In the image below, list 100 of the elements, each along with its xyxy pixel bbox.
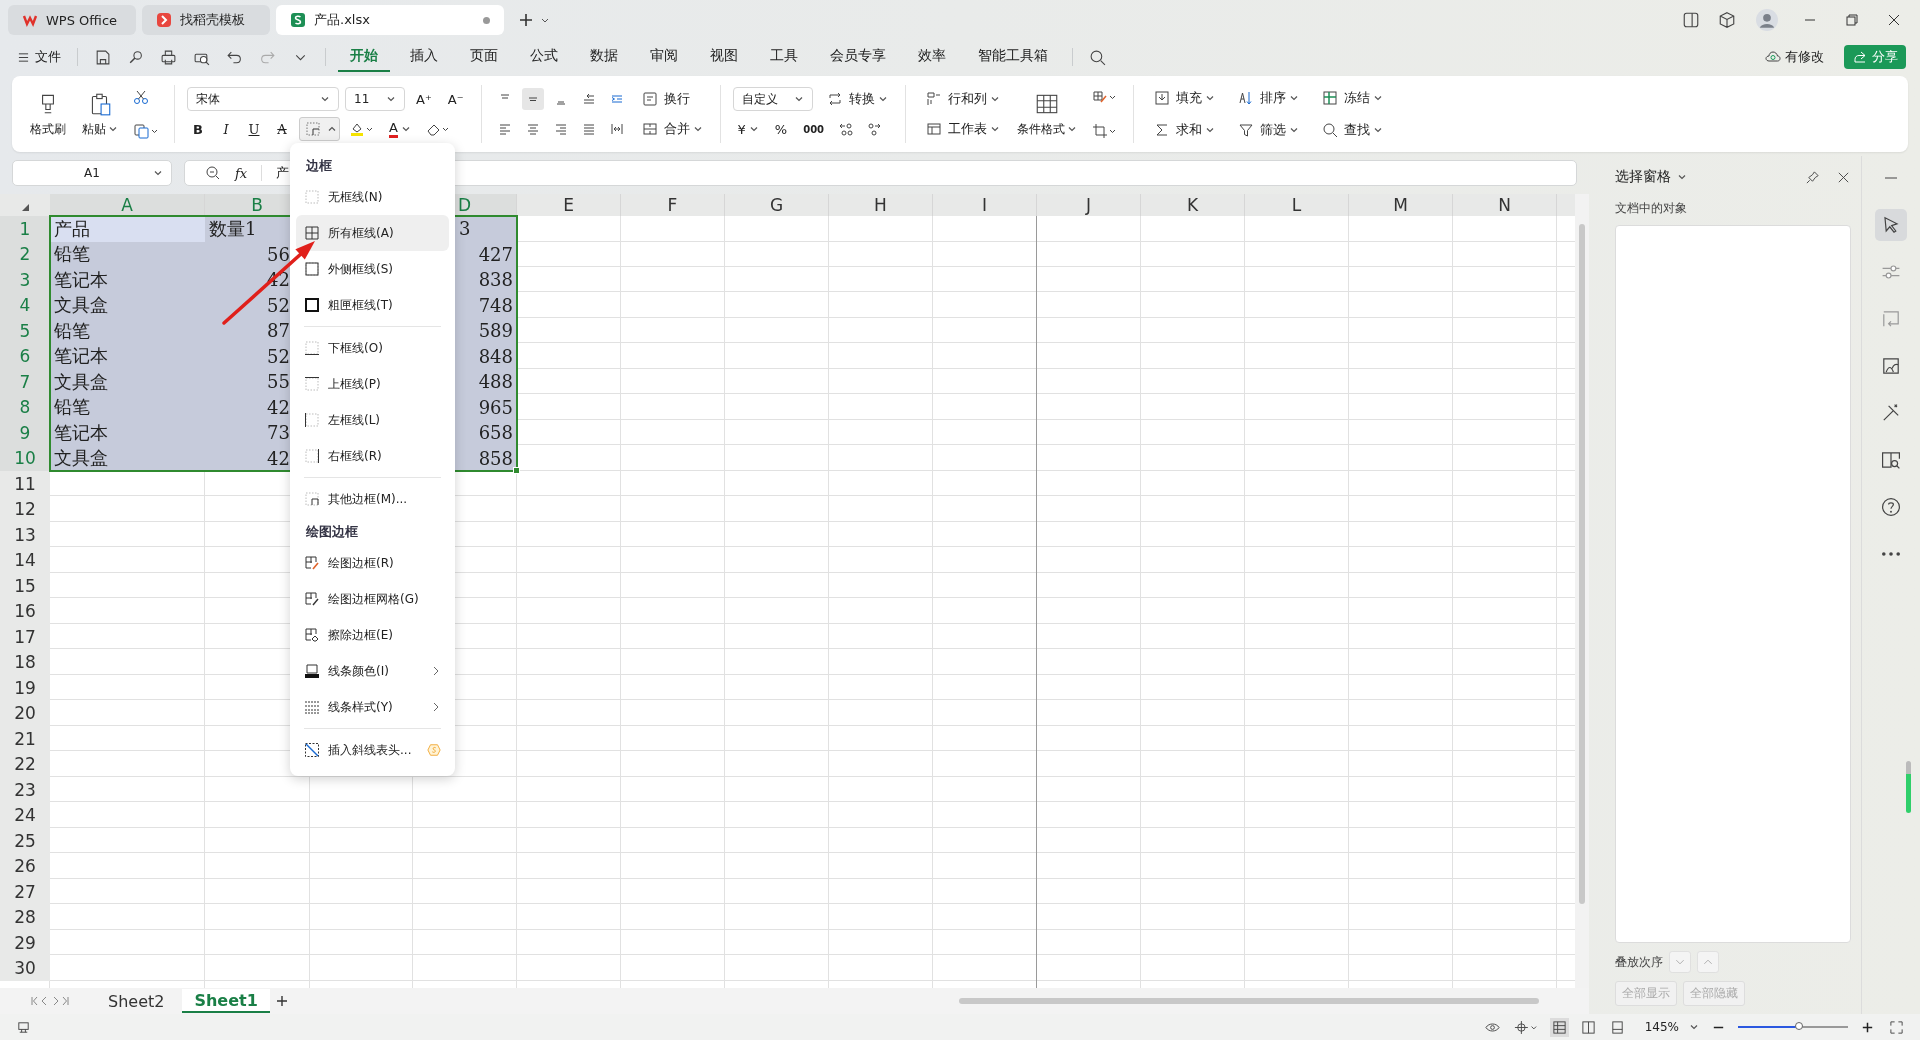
- merge-button[interactable]: 合并: [633, 117, 708, 141]
- column-header[interactable]: H: [829, 194, 933, 216]
- pin-icon[interactable]: [1805, 169, 1820, 185]
- row-header[interactable]: 17: [0, 624, 50, 650]
- row-header[interactable]: 18: [0, 649, 50, 675]
- row-header[interactable]: 15: [0, 573, 50, 599]
- file-menu[interactable]: 文件: [14, 44, 65, 70]
- menu-item[interactable]: 其他边框(M)...: [296, 481, 449, 517]
- changes-button[interactable]: 有修改: [1759, 45, 1830, 69]
- row-header[interactable]: 1: [0, 216, 50, 242]
- vertical-scrollbar[interactable]: [1575, 194, 1589, 988]
- font-select[interactable]: 宋体: [187, 87, 339, 111]
- worksheet-button[interactable]: 工作表: [917, 117, 1005, 141]
- row-header[interactable]: 27: [0, 879, 50, 905]
- ribbon-tab[interactable]: 公式: [518, 42, 570, 72]
- column-header[interactable]: I: [933, 194, 1037, 216]
- document-tab[interactable]: 产品.xlsx: [276, 5, 504, 35]
- number-format-select[interactable]: 自定义: [732, 87, 813, 111]
- wrap-text-button[interactable]: 换行: [633, 87, 695, 111]
- save-icon[interactable]: [94, 48, 111, 66]
- share-button[interactable]: 分享: [1844, 45, 1906, 69]
- pointer-icon[interactable]: [1875, 209, 1907, 241]
- row-header[interactable]: 2: [0, 241, 50, 267]
- menu-item[interactable]: 粗匣框线(T): [296, 287, 449, 323]
- menu-item[interactable]: 左框线(L): [296, 402, 449, 438]
- column-header[interactable]: L: [1245, 194, 1349, 216]
- column-header[interactable]: F: [621, 194, 725, 216]
- paste-button[interactable]: 粘贴: [78, 88, 122, 140]
- fill-button[interactable]: 填充: [1145, 86, 1220, 110]
- ribbon-tab[interactable]: 插入: [398, 42, 450, 72]
- font-style-button[interactable]: U: [243, 117, 265, 141]
- cube-icon[interactable]: [1718, 11, 1736, 29]
- avatar-icon[interactable]: [1756, 9, 1778, 31]
- row-header[interactable]: 4: [0, 292, 50, 318]
- row-header[interactable]: 10: [0, 445, 50, 471]
- row-header[interactable]: 16: [0, 598, 50, 624]
- sheet-tab[interactable]: Sheet2: [96, 989, 177, 1013]
- row-header[interactable]: 26: [0, 853, 50, 879]
- row-header[interactable]: 23: [0, 777, 50, 803]
- document-tab[interactable]: 找稻壳模板: [142, 5, 270, 35]
- ribbon-tab[interactable]: 审阅: [638, 42, 690, 72]
- thousands-button[interactable]: 000: [798, 117, 830, 141]
- menu-item[interactable]: 线条样式(Y): [296, 689, 449, 725]
- sum-button[interactable]: 求和: [1145, 118, 1220, 142]
- freeze-button[interactable]: 冻结: [1313, 86, 1388, 110]
- row-header[interactable]: 12: [0, 496, 50, 522]
- ribbon-tab[interactable]: 开始: [338, 42, 390, 72]
- menu-item[interactable]: 所有框线(A): [296, 215, 449, 251]
- row-header[interactable]: 6: [0, 343, 50, 369]
- document-tab[interactable]: WPS Office: [8, 5, 136, 35]
- menu-item[interactable]: 擦除边框(E): [296, 617, 449, 653]
- menu-item[interactable]: 插入斜线表头...: [296, 732, 449, 768]
- search-icon[interactable]: [1089, 48, 1106, 66]
- row-header[interactable]: 11: [0, 471, 50, 497]
- column-header[interactable]: N: [1453, 194, 1557, 216]
- menu-item[interactable]: 线条颜色(I): [296, 653, 449, 689]
- new-tab-icon[interactable]: [518, 12, 534, 28]
- font-style-button[interactable]: I: [215, 117, 237, 141]
- row-header[interactable]: 19: [0, 675, 50, 701]
- column-header[interactable]: K: [1141, 194, 1245, 216]
- find-button[interactable]: 查找: [1313, 118, 1388, 142]
- font-style-button[interactable]: B: [187, 117, 209, 141]
- row-header[interactable]: 20: [0, 700, 50, 726]
- ribbon-tab[interactable]: 效率: [906, 42, 958, 72]
- close-icon[interactable]: [1886, 12, 1902, 28]
- print-icon[interactable]: [160, 48, 177, 66]
- row-header[interactable]: 30: [0, 955, 50, 981]
- sort-button[interactable]: 排序: [1229, 86, 1304, 110]
- grow-font-button[interactable]: A⁺: [411, 87, 437, 111]
- row-header[interactable]: 7: [0, 369, 50, 395]
- font-size-select[interactable]: 11: [345, 87, 405, 111]
- font-style-button[interactable]: A: [271, 117, 293, 141]
- ribbon-tab[interactable]: 视图: [698, 42, 750, 72]
- borders-button[interactable]: [299, 117, 340, 141]
- menu-item[interactable]: 绘图边框网格(G): [296, 581, 449, 617]
- row-header[interactable]: 5: [0, 318, 50, 344]
- row-header[interactable]: 9: [0, 420, 50, 446]
- layout-icon[interactable]: [1682, 11, 1700, 29]
- row-header[interactable]: 28: [0, 904, 50, 930]
- column-header[interactable]: E: [517, 194, 621, 216]
- name-box[interactable]: A1: [12, 160, 172, 186]
- conditional-format-button[interactable]: 条件格式: [1012, 88, 1081, 140]
- format-painter-button[interactable]: 格式刷: [26, 88, 70, 140]
- ribbon-tab[interactable]: 会员专享: [818, 42, 898, 72]
- filter-button[interactable]: 筛选: [1229, 118, 1304, 142]
- normal-view-icon[interactable]: [1549, 1017, 1569, 1037]
- menu-item[interactable]: 上框线(P): [296, 366, 449, 402]
- select-all-icon[interactable]: [20, 202, 30, 212]
- percent-button[interactable]: %: [769, 117, 793, 141]
- row-header[interactable]: 21: [0, 726, 50, 752]
- row-header[interactable]: 14: [0, 547, 50, 573]
- rows-columns-button[interactable]: 行和列: [917, 87, 1005, 111]
- pane-title[interactable]: 选择窗格: [1615, 168, 1671, 186]
- shrink-font-button[interactable]: A⁻: [442, 87, 469, 111]
- menu-item[interactable]: 外侧框线(S): [296, 251, 449, 287]
- align-icon[interactable]: [521, 88, 544, 110]
- row-header[interactable]: 25: [0, 828, 50, 854]
- menu-item[interactable]: 右框线(R): [296, 438, 449, 474]
- row-header[interactable]: 8: [0, 394, 50, 420]
- add-sheet-icon[interactable]: [275, 995, 288, 1007]
